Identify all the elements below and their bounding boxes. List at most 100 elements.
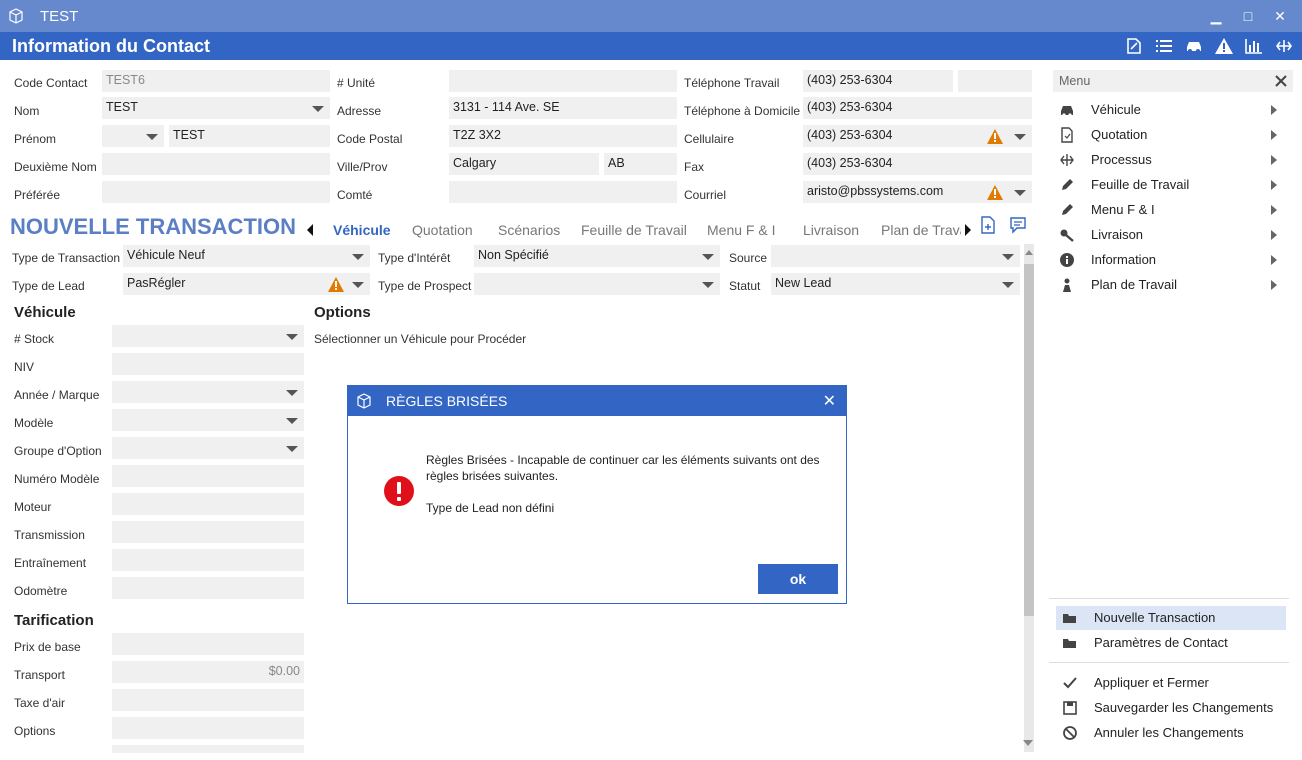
groupe-option-select[interactable] xyxy=(112,437,304,459)
type-transaction-select[interactable]: Véhicule Neuf xyxy=(123,245,370,267)
app-cube-icon xyxy=(357,393,371,409)
menu-action-nouvelle-transaction[interactable]: Nouvelle Transaction xyxy=(1056,606,1286,630)
prenom-field[interactable]: TEST xyxy=(169,125,330,147)
tab-scenarios[interactable]: Scénarios xyxy=(498,222,560,238)
tab-plan-de-travail[interactable]: Plan de Trava xyxy=(881,222,961,238)
apply-close-button[interactable]: Appliquer et Fermer xyxy=(1056,671,1286,695)
source-select[interactable] xyxy=(771,245,1020,267)
tab-scroll-right-icon[interactable] xyxy=(964,224,972,236)
close-window-button[interactable]: ✕ xyxy=(1268,6,1292,26)
prix-base-label: Prix de base xyxy=(14,640,81,654)
ville-field[interactable]: Calgary xyxy=(449,153,599,175)
code-contact-field[interactable]: TEST6 xyxy=(102,70,330,92)
niv-field[interactable] xyxy=(112,353,304,375)
menu-separator xyxy=(1049,598,1289,599)
options-hint: Sélectionner un Véhicule pour Procéder xyxy=(314,332,527,346)
pencil-icon xyxy=(1062,179,1073,190)
tab-vehicule[interactable]: Véhicule xyxy=(333,222,391,238)
document-edit-icon[interactable] xyxy=(1124,37,1144,55)
code-postal-field[interactable]: T2Z 3X2 xyxy=(449,125,677,147)
options-price-field[interactable] xyxy=(112,717,304,739)
prix-base-field[interactable] xyxy=(112,633,304,655)
menu-action-parametres-contact[interactable]: Paramètres de Contact xyxy=(1056,631,1286,655)
province-field[interactable]: AB xyxy=(604,153,677,175)
moteur-field[interactable] xyxy=(112,493,304,515)
modele-select[interactable] xyxy=(112,409,304,431)
folder-open-icon xyxy=(1063,614,1076,623)
scroll-down-icon[interactable] xyxy=(1022,739,1034,747)
tab-menu-fi[interactable]: Menu F & I xyxy=(707,222,775,238)
menu-item-processus[interactable]: Processus xyxy=(1053,148,1293,172)
options-heading: Options xyxy=(314,304,371,321)
next-price-field[interactable] xyxy=(112,745,304,753)
scroll-up-icon[interactable] xyxy=(1024,248,1034,256)
comte-field[interactable] xyxy=(449,181,677,203)
tel-travail-ext-field[interactable] xyxy=(958,70,1032,92)
statut-label: Statut xyxy=(729,279,761,293)
maximize-button[interactable]: □ xyxy=(1236,6,1260,26)
menu-item-feuille-de-travail[interactable]: Feuille de Travail xyxy=(1053,173,1293,197)
menu-item-label: Véhicule xyxy=(1091,102,1141,117)
stock-select[interactable] xyxy=(112,325,304,347)
statut-select[interactable]: New Lead xyxy=(771,273,1020,295)
annee-marque-select[interactable] xyxy=(112,381,304,403)
fax-field[interactable]: (403) 253-6304 xyxy=(803,153,1032,175)
comment-icon[interactable] xyxy=(1009,216,1027,234)
window-title: TEST xyxy=(40,8,79,25)
type-prospect-select[interactable] xyxy=(474,273,720,295)
tab-livraison[interactable]: Livraison xyxy=(803,222,859,238)
minimize-button[interactable]: ▁ xyxy=(1204,6,1228,26)
adresse-field[interactable]: 3131 - 114 Ave. SE xyxy=(449,97,677,119)
type-interet-select[interactable]: Non Spécifié xyxy=(474,245,720,267)
add-document-icon[interactable] xyxy=(980,216,996,234)
bar-chart-icon[interactable] xyxy=(1244,37,1264,55)
vertical-scrollbar[interactable] xyxy=(1024,244,1034,752)
process-icon[interactable] xyxy=(1274,37,1294,55)
tab-feuille-de-travail[interactable]: Feuille de Travail xyxy=(581,222,687,238)
transmission-label: Transmission xyxy=(14,528,85,542)
person-icon xyxy=(1063,278,1071,292)
courriel-warning-icon[interactable] xyxy=(987,185,1003,200)
cellulaire-warning-icon[interactable] xyxy=(987,129,1003,144)
warning-icon[interactable] xyxy=(1214,37,1234,55)
scrollbar-thumb[interactable] xyxy=(1024,264,1034,616)
menu-item-information[interactable]: Information xyxy=(1053,248,1293,272)
page-title: Information du Contact xyxy=(12,36,210,56)
menu-placeholder: Menu xyxy=(1059,74,1091,88)
tel-domicile-field[interactable]: (403) 253-6304 xyxy=(803,97,1032,119)
menu-search[interactable]: Menu xyxy=(1053,70,1293,92)
unite-field[interactable] xyxy=(449,70,677,92)
chevron-right-icon xyxy=(1271,180,1277,190)
ok-button[interactable]: ok xyxy=(758,564,838,594)
dialog-title: RÈGLES BRISÉES xyxy=(386,393,508,409)
transmission-field[interactable] xyxy=(112,521,304,543)
deuxieme-nom-field[interactable] xyxy=(102,153,330,175)
preferee-field[interactable] xyxy=(102,181,330,203)
menu-item-vehicule[interactable]: Véhicule xyxy=(1053,98,1293,122)
menu-item-label: Information xyxy=(1091,252,1157,267)
list-icon[interactable] xyxy=(1154,37,1174,55)
odometre-field[interactable] xyxy=(112,577,304,599)
menu-item-menu-fi[interactable]: Menu F & I xyxy=(1053,198,1293,222)
menu-item-livraison[interactable]: Livraison xyxy=(1053,223,1293,247)
menu-close-icon[interactable] xyxy=(1275,75,1287,87)
car-icon[interactable] xyxy=(1184,37,1204,55)
transport-field[interactable]: $0.00 xyxy=(112,661,304,683)
menu-item-quotation[interactable]: Quotation xyxy=(1053,123,1293,147)
nom-select[interactable]: TEST xyxy=(102,97,330,119)
cancel-changes-button[interactable]: Annuler les Changements xyxy=(1056,721,1286,745)
save-changes-button[interactable]: Sauvegarder les Changements xyxy=(1056,696,1286,720)
code-contact-label: Code Contact xyxy=(14,76,88,90)
dialog-close-button[interactable]: ✕ xyxy=(823,391,836,411)
entrainement-field[interactable] xyxy=(112,549,304,571)
unite-label: # Unité xyxy=(337,76,376,90)
tab-scroll-left-icon[interactable] xyxy=(306,224,314,236)
menu-item-plan-de-travail[interactable]: Plan de Travail xyxy=(1053,273,1293,297)
chevron-down-icon xyxy=(286,334,298,340)
tab-quotation[interactable]: Quotation xyxy=(412,222,473,238)
type-lead-warning-icon[interactable] xyxy=(328,277,344,292)
tel-travail-field[interactable]: (403) 253-6304 xyxy=(803,70,953,92)
numero-modele-field[interactable] xyxy=(112,465,304,487)
prenom-title-select[interactable] xyxy=(102,125,164,147)
taxe-air-field[interactable] xyxy=(112,689,304,711)
